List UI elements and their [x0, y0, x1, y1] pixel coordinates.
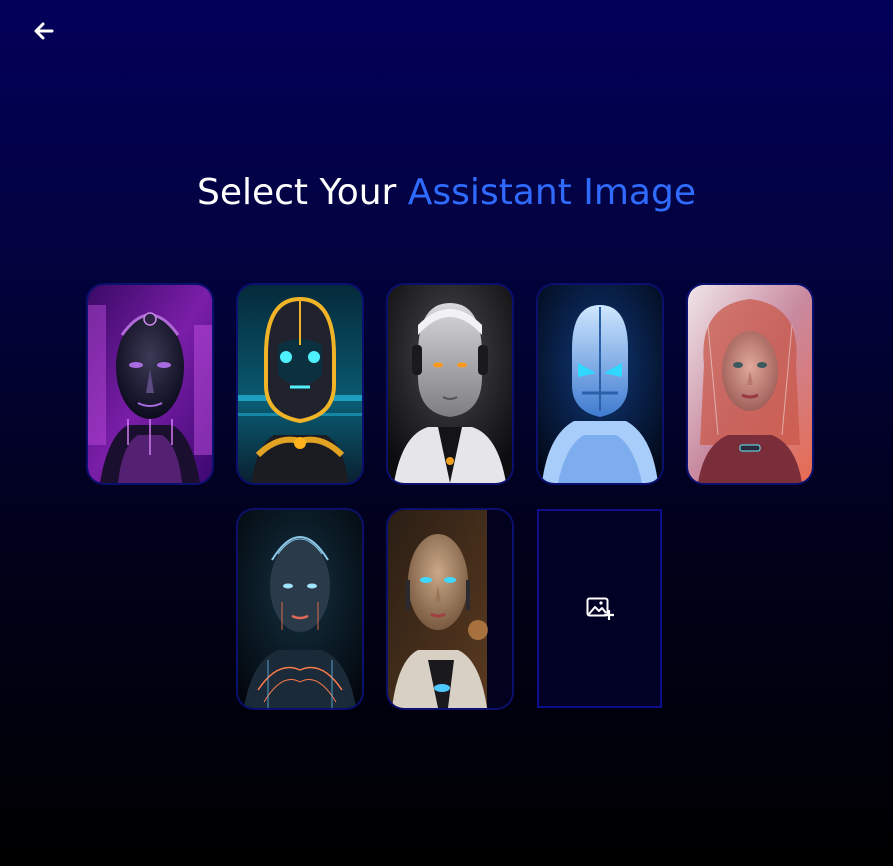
assistant-image-card[interactable] [238, 510, 362, 708]
assistant-image-bronze-android [388, 510, 512, 708]
assistant-image-purple-cyborg [88, 285, 212, 483]
page-title: Select Your Assistant Image [0, 172, 893, 213]
assistant-image-card[interactable] [538, 285, 662, 483]
assistant-image-card[interactable] [388, 510, 512, 708]
title-prefix: Select Your [196, 172, 397, 213]
assistant-image-blue-robot [538, 285, 662, 483]
assistant-image-card[interactable] [88, 285, 212, 483]
assistant-image-gold-robot [238, 285, 362, 483]
assistant-image-white-android [388, 285, 512, 483]
assistant-image-card[interactable] [388, 285, 512, 483]
title-accent: Assistant Image [407, 172, 696, 213]
assistant-image-card[interactable] [688, 285, 812, 483]
image-plus-icon [586, 597, 614, 620]
arrow-left-icon [34, 22, 54, 40]
back-button[interactable] [32, 19, 56, 43]
upload-image-button[interactable] [537, 509, 662, 708]
assistant-image-cyber-woman [688, 285, 812, 483]
assistant-image-circuit-woman [238, 510, 362, 708]
assistant-image-card[interactable] [238, 285, 362, 483]
